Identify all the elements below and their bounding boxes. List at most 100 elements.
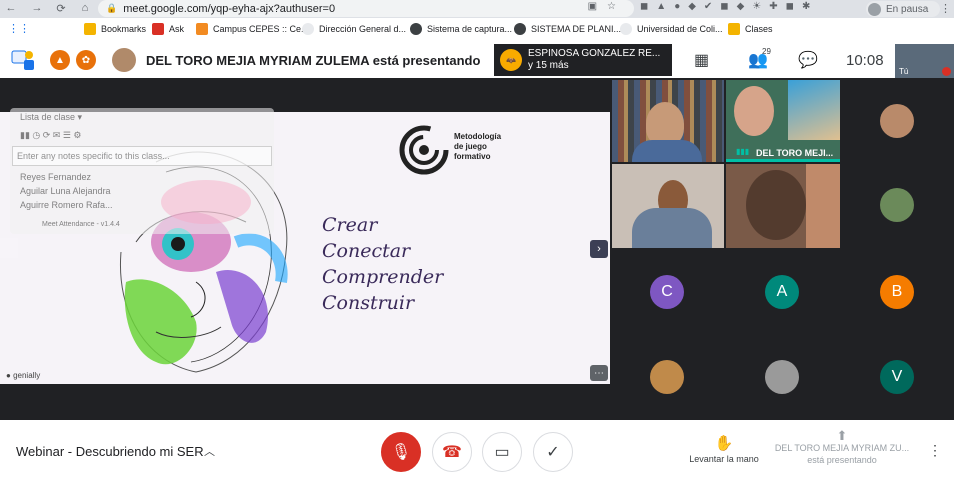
star-icon [84, 23, 96, 35]
url-text: meet.google.com/yqp-eyha-ajx?authuser=0 [123, 2, 336, 15]
speaking-indicator [726, 159, 840, 162]
slide-line: Crear [322, 214, 378, 236]
participant-tile[interactable] [612, 80, 724, 162]
sign-language-icon[interactable] [10, 47, 36, 73]
extension-icons[interactable]: ◼▲●◆✔◼◆☀✚◼✱ [640, 1, 818, 12]
check-icon: ✓ [546, 444, 560, 461]
painting-background [788, 80, 840, 140]
slide-line: Comprender [322, 266, 444, 288]
participant-name: DEL TORO MEJI... [756, 148, 834, 158]
speaker-more: y 15 más [528, 60, 569, 71]
back-icon[interactable]: ← [2, 2, 20, 14]
audio-level-icon: ▮▮▮ [736, 147, 750, 156]
browser-menu-icon[interactable]: ⋮ [940, 2, 951, 15]
mic-toggle-button[interactable]: 🎙 [381, 432, 421, 472]
presenting-banner: DEL TORO MEJIA MYRIAM ZULEMA está presen… [146, 53, 481, 68]
globe-icon [620, 23, 632, 35]
attendance-panel[interactable]: Lista de clase ▾ ▮▮ ◷ ⟳ ✉ ☰ ⚙ Enter any … [10, 108, 274, 234]
omnibox-actions-icon[interactable]: ▣☆ [588, 1, 626, 12]
tool-b-icon[interactable]: ✿ [76, 50, 96, 70]
folder-icon [728, 23, 740, 35]
home-icon[interactable]: ⌂ [76, 2, 94, 14]
forward-icon[interactable]: → [28, 2, 46, 14]
profile-avatar [868, 2, 881, 16]
left-edge-handle[interactable] [0, 238, 18, 258]
participant-avatar-photo[interactable] [650, 360, 684, 394]
bookmark-item[interactable]: Bookmarks [84, 23, 146, 35]
next-slide-button[interactable]: › [590, 240, 608, 258]
participant-avatar-photo[interactable] [880, 188, 914, 222]
attendance-footer: Meet Attendance - v1.4.4 [42, 221, 120, 228]
reload-icon[interactable]: ⟳ [52, 2, 70, 15]
globe-icon [514, 23, 526, 35]
apps-grid-icon[interactable]: ⋮⋮ [8, 22, 30, 35]
bat-icon: 🦇 [500, 49, 522, 71]
bookmark-item[interactable]: Ask [152, 23, 184, 35]
participant-face [734, 86, 774, 136]
attendance-row: Aguirre Romero Rafa... [20, 200, 113, 210]
globe-icon [302, 23, 314, 35]
participant-silhouette [746, 170, 806, 240]
slide-more-button[interactable]: ⋯ [590, 365, 608, 381]
bookmark-item[interactable]: Sistema de captura... [410, 23, 512, 35]
lock-icon: 🔒 [106, 3, 118, 13]
profile-chip[interactable]: En pausa [866, 1, 940, 17]
browser-toolbar: ← → ⟳ ⌂ 🔒 meet.google.com/yqp-eyha-ajx?a… [0, 0, 954, 18]
ask-icon [152, 23, 164, 35]
layout-icon[interactable]: ▦ [694, 50, 709, 70]
leave-call-button[interactable]: ☎ [432, 432, 472, 472]
bookmark-item[interactable]: Clases [728, 23, 773, 35]
camera-toggle-button[interactable]: ▭ [482, 432, 522, 472]
genially-logo-icon [399, 125, 449, 175]
active-speaker-chip[interactable]: 🦇 ESPINOSA GONZALEZ RE... y 15 más [494, 44, 672, 76]
participant-initial[interactable]: A [765, 275, 799, 309]
genially-icon: ● [6, 371, 11, 380]
bookmark-item[interactable]: Universidad de Coli... [620, 23, 723, 35]
presenter-avatar [112, 48, 136, 72]
camera-icon: ▭ [494, 444, 510, 461]
present-screen-icon: ⬆ [836, 428, 848, 443]
self-label: Tú [899, 67, 909, 76]
participant-tile[interactable] [726, 164, 840, 248]
slide-logo-text: Metodología de juego formativo [454, 132, 502, 161]
participants-grid: ▮▮▮ DEL TORO MEJI... C A B V [610, 78, 954, 420]
participant-initial[interactable]: V [880, 360, 914, 394]
hand-icon: ✋ [714, 435, 734, 452]
bookmarks-bar: ⋮⋮ Bookmarks Ask Campus CEPES :: Ce... D… [0, 18, 954, 42]
check-button[interactable]: ✓ [533, 432, 573, 472]
class-list-select[interactable]: Lista de clase ▾ [20, 112, 82, 123]
notes-field[interactable]: Enter any notes specific to this class..… [12, 146, 272, 166]
attendance-row: Aguilar Luna Alejandra [20, 186, 111, 196]
self-view[interactable]: Tú [895, 44, 954, 78]
attendance-toolbar: ▮▮ ◷ ⟳ ✉ ☰ ⚙ [20, 130, 82, 140]
genially-brand: ● genially [6, 371, 41, 380]
participant-tile-presenter[interactable]: ▮▮▮ DEL TORO MEJI... [726, 80, 840, 162]
moodle-icon [196, 23, 208, 35]
meeting-title[interactable]: Webinar - Descubriendo mi SER [16, 444, 204, 459]
participant-avatar-photo[interactable] [765, 360, 799, 394]
bookmark-item[interactable]: Campus CEPES :: Ce... [196, 23, 309, 35]
people-count: 29 [762, 47, 771, 56]
profile-label: En pausa [886, 3, 929, 15]
address-bar[interactable]: 🔒 meet.google.com/yqp-eyha-ajx?authuser=… [98, 0, 634, 17]
bookmark-item[interactable]: Dirección General d... [302, 23, 406, 35]
globe-icon [410, 23, 422, 35]
chevron-up-icon[interactable]: ︿ [204, 443, 215, 459]
hang-up-icon: ☎ [442, 444, 462, 461]
bookmark-item[interactable]: SISTEMA DE PLANI... [514, 23, 621, 35]
mic-off-icon: 🎙 [390, 444, 412, 461]
participant-avatar-photo[interactable] [880, 104, 914, 138]
tool-a-icon[interactable]: ▲ [50, 50, 70, 70]
attendance-row: Reyes Fernandez [20, 172, 92, 182]
raise-hand-button[interactable]: ✋ Levantar la mano [686, 434, 762, 464]
more-options-icon[interactable]: ⋮ [928, 442, 942, 459]
slide-line: Conectar [322, 240, 411, 262]
participant-initial[interactable]: C [650, 275, 684, 309]
presenting-status[interactable]: ⬆ DEL TORO MEJIA MYRIAM ZU... está prese… [774, 428, 910, 466]
slide-line: Construir [322, 292, 415, 314]
meet-header: ▲ ✿ DEL TORO MEJIA MYRIAM ZULEMA está pr… [0, 42, 954, 78]
chat-icon[interactable]: 💬 [798, 50, 818, 70]
participant-tile[interactable] [612, 164, 724, 248]
participant-initial[interactable]: B [880, 275, 914, 309]
participant-shirt [632, 140, 702, 162]
